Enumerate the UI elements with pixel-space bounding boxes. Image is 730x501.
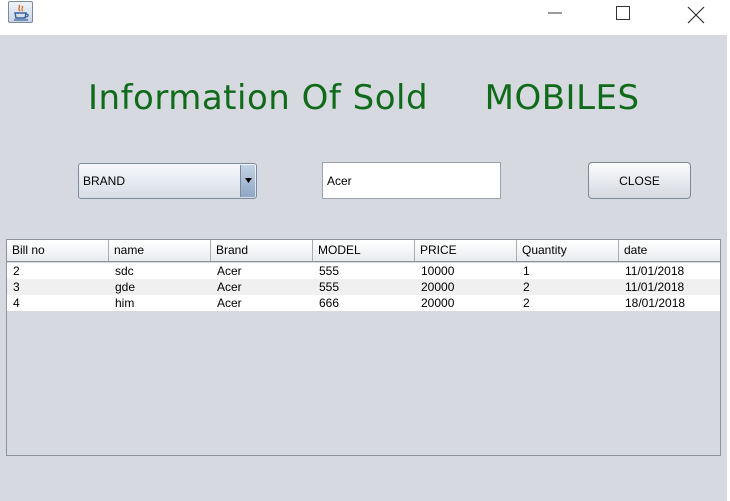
cell-bill-no: 2 bbox=[13, 264, 20, 278]
cell-quantity: 2 bbox=[523, 296, 530, 310]
cell-date: 18/01/2018 bbox=[625, 296, 686, 310]
column-header-quantity[interactable]: Quantity bbox=[517, 240, 619, 261]
cell-name: sdc bbox=[115, 264, 134, 278]
cell-price: 10000 bbox=[421, 264, 455, 278]
search-input[interactable] bbox=[322, 162, 501, 199]
minimize-icon bbox=[548, 12, 562, 14]
page-title: Information Of Sold MOBILES bbox=[88, 78, 640, 118]
cell-name: gde bbox=[115, 280, 136, 294]
minimize-button[interactable] bbox=[532, 0, 578, 30]
sales-table[interactable]: Bill no name Brand MODEL PRICE Quantity … bbox=[6, 239, 721, 456]
table-row[interactable]: 3 gde Acer 555 20000 2 11/01/2018 bbox=[7, 279, 720, 295]
cell-quantity: 1 bbox=[523, 264, 530, 278]
cell-brand: Acer bbox=[217, 264, 242, 278]
table-row[interactable]: 2 sdc Acer 555 10000 1 11/01/2018 bbox=[7, 263, 720, 279]
cell-date: 11/01/2018 bbox=[625, 280, 685, 294]
column-header-brand[interactable]: Brand bbox=[211, 240, 313, 261]
cell-price: 20000 bbox=[421, 280, 455, 294]
column-header-price[interactable]: PRICE bbox=[415, 240, 517, 261]
column-header-name[interactable]: name bbox=[109, 240, 211, 261]
maximize-icon bbox=[616, 6, 630, 20]
window-close-button[interactable] bbox=[672, 0, 718, 30]
table-row[interactable]: 4 him Acer 666 20000 2 18/01/2018 bbox=[7, 295, 720, 311]
table-body: 2 sdc Acer 555 10000 1 11/01/2018 3 gde … bbox=[7, 263, 720, 311]
maximize-button[interactable] bbox=[600, 0, 646, 30]
cell-brand: Acer bbox=[217, 280, 242, 294]
column-header-bill-no[interactable]: Bill no bbox=[7, 240, 109, 261]
cell-model: 555 bbox=[319, 280, 340, 294]
cell-name: him bbox=[115, 296, 135, 310]
cell-quantity: 2 bbox=[523, 280, 530, 294]
dropdown-arrow-button[interactable] bbox=[240, 165, 255, 197]
cell-model: 666 bbox=[319, 296, 340, 310]
title-bar bbox=[0, 0, 730, 35]
close-button[interactable]: CLOSE bbox=[588, 162, 691, 199]
java-cup-icon[interactable] bbox=[8, 1, 33, 23]
dropdown-selected-value: BRAND bbox=[83, 174, 126, 188]
column-header-model[interactable]: MODEL bbox=[313, 240, 415, 261]
cell-bill-no: 3 bbox=[13, 280, 20, 294]
cell-model: 555 bbox=[319, 264, 340, 278]
cell-bill-no: 4 bbox=[13, 296, 20, 310]
title-part-2: MOBILES bbox=[484, 78, 640, 118]
chevron-down-icon bbox=[245, 178, 252, 183]
title-part-1: Information Of Sold bbox=[88, 78, 429, 118]
brand-dropdown[interactable]: BRAND bbox=[78, 163, 257, 199]
cell-price: 20000 bbox=[421, 296, 455, 310]
cell-date: 11/01/2018 bbox=[625, 264, 685, 278]
table-header: Bill no name Brand MODEL PRICE Quantity … bbox=[7, 240, 720, 262]
cell-brand: Acer bbox=[217, 296, 242, 310]
close-icon bbox=[687, 6, 705, 24]
column-header-date[interactable]: date bbox=[619, 240, 720, 261]
